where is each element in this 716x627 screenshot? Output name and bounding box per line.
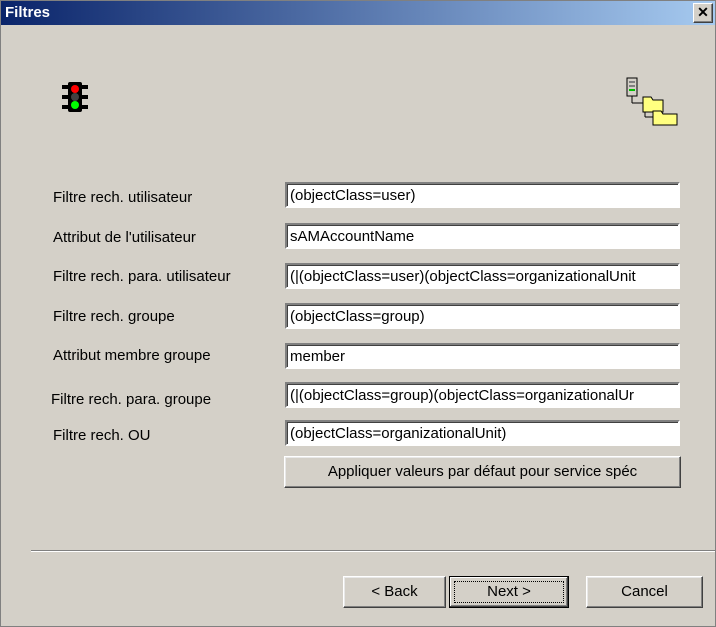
traffic-light-icon <box>56 81 100 117</box>
label-user-search-filter: Filtre rech. utilisateur <box>53 189 193 206</box>
user-search-filter-input[interactable]: (objectClass=user) <box>285 182 680 208</box>
next-button-label: Next > <box>487 583 531 600</box>
cancel-button[interactable]: Cancel <box>586 576 703 608</box>
directory-tree-icon <box>625 77 685 131</box>
filters-dialog: Filtres ✕ Filtre rech. utilisateur (obje… <box>0 0 716 627</box>
close-button[interactable]: ✕ <box>693 3 713 23</box>
apply-defaults-button[interactable]: Appliquer valeurs par défaut pour servic… <box>284 456 681 488</box>
title-bar: Filtres ✕ <box>1 1 715 25</box>
user-attribute-input[interactable]: sAMAccountName <box>285 223 680 249</box>
label-group-parent-search-filter: Filtre rech. para. groupe <box>51 391 212 408</box>
group-search-filter-input[interactable]: (objectClass=group) <box>285 303 680 329</box>
label-user-attribute: Attribut de l'utilisateur <box>53 229 196 246</box>
group-parent-search-filter-input[interactable]: (|(objectClass=group)(objectClass=organi… <box>285 382 680 408</box>
label-group-member-attribute: Attribut membre groupe <box>53 347 211 364</box>
ou-search-filter-input[interactable]: (objectClass=organizationalUnit) <box>285 420 680 446</box>
next-button[interactable]: Next > <box>449 576 569 608</box>
back-button[interactable]: < Back <box>343 576 446 608</box>
separator-highlight <box>31 551 715 552</box>
window-title: Filtres <box>5 4 51 21</box>
group-member-attribute-input[interactable]: member <box>285 343 680 369</box>
label-group-search-filter: Filtre rech. groupe <box>53 308 175 325</box>
label-ou-search-filter: Filtre rech. OU <box>53 427 151 444</box>
user-parent-search-filter-input[interactable]: (|(objectClass=user)(objectClass=organiz… <box>285 263 680 289</box>
label-user-parent-search-filter: Filtre rech. para. utilisateur <box>53 268 231 285</box>
